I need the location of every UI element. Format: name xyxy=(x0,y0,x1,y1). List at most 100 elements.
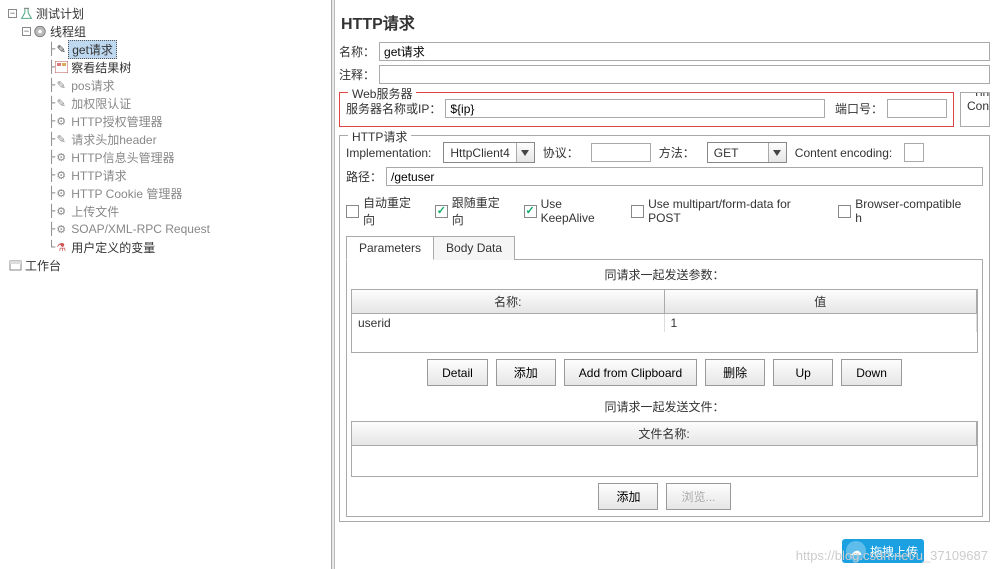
check-label: 自动重定向 xyxy=(363,194,423,228)
delete-button[interactable]: 删除 xyxy=(705,359,765,386)
add-file-button[interactable]: 添加 xyxy=(598,483,658,510)
cell-name[interactable]: userid xyxy=(352,314,665,332)
tab-body-data[interactable]: Body Data xyxy=(433,236,515,260)
col-file: 文件名称: xyxy=(352,422,977,446)
comment-label: 注释： xyxy=(339,66,375,83)
name-label: 名称： xyxy=(339,43,375,60)
tree-node-view-results-tree[interactable]: ├ 察看结果树 xyxy=(4,58,331,76)
path-label: 路径： xyxy=(346,168,382,185)
fieldset-legend: Tin xyxy=(969,92,990,99)
tree-node-http-header-mgr[interactable]: ├ ⚙HTTP信息头管理器 xyxy=(4,148,331,166)
auto-redirect-checkbox[interactable]: 自动重定向 xyxy=(346,194,423,228)
check-label: Browser-compatible h xyxy=(855,197,971,225)
tree-label: 线程组 xyxy=(47,23,89,40)
tree-node-workbench[interactable]: 工作台 xyxy=(4,256,331,274)
select-value: HttpClient4 xyxy=(444,146,515,160)
collapse-icon[interactable]: − xyxy=(8,9,17,18)
follow-redirect-checkbox[interactable]: 跟随重定向 xyxy=(435,194,512,228)
down-button[interactable]: Down xyxy=(841,359,902,386)
tree-node-soap[interactable]: ├ ⚙SOAP/XML-RPC Request xyxy=(4,220,331,238)
tree-node-test-plan[interactable]: − 测试计划 xyxy=(4,4,331,22)
web-server-fieldset: Web服务器 服务器名称或IP： 端口号： xyxy=(339,92,954,127)
port-input[interactable] xyxy=(887,99,947,118)
tree-label: 察看结果树 xyxy=(68,59,134,76)
name-input[interactable] xyxy=(379,42,990,61)
tree-node-upload[interactable]: ├ ⚙上传文件 xyxy=(4,202,331,220)
tree-node-pos-request[interactable]: ├ ✎pos请求 xyxy=(4,76,331,94)
params-section-title: 同请求一起发送参数： xyxy=(347,260,982,289)
tree-node-auth[interactable]: ├ ✎加权限认证 xyxy=(4,94,331,112)
tree-label: 上传文件 xyxy=(68,203,122,220)
probe-icon: ✎ xyxy=(54,132,68,146)
browse-button[interactable]: 浏览... xyxy=(666,483,730,510)
tree-node-user-vars[interactable]: └ ⚗用户定义的变量 xyxy=(4,238,331,256)
multipart-checkbox[interactable]: Use multipart/form-data for POST xyxy=(631,197,826,225)
server-input[interactable] xyxy=(445,99,825,118)
tree-label: 请求头加header xyxy=(68,131,159,148)
keepalive-checkbox[interactable]: Use KeepAlive xyxy=(524,197,619,225)
parameters-panel: 同请求一起发送参数： 名称: 值 userid 1 Detail xyxy=(346,259,983,517)
tree-label: 用户定义的变量 xyxy=(68,239,158,256)
gear-icon: ⚙ xyxy=(54,114,68,128)
chevron-down-icon xyxy=(768,143,786,162)
tree-node-header[interactable]: ├ ✎请求头加header xyxy=(4,130,331,148)
app-root: − 测试计划 − 线程组 ├ ✎ get请求 ├ 察看结果树 ├ ✎pos请求 … xyxy=(0,0,994,569)
probe-icon: ✎ xyxy=(54,96,68,110)
tree-label: pos请求 xyxy=(68,77,117,94)
tree-label: 测试计划 xyxy=(33,5,87,22)
flask-icon xyxy=(19,6,33,20)
check-label: Use KeepAlive xyxy=(541,197,620,225)
watermark: https://blog.csdn.net/u_37109687 xyxy=(796,548,988,563)
comment-input[interactable] xyxy=(379,65,990,84)
page-title: HTTP请求 xyxy=(335,0,994,42)
protocol-label: 协议： xyxy=(543,144,579,161)
browser-compat-checkbox[interactable]: Browser-compatible h xyxy=(838,197,971,225)
tree-label: HTTP请求 xyxy=(68,167,129,184)
add-button[interactable]: 添加 xyxy=(496,359,556,386)
tab-parameters[interactable]: Parameters xyxy=(346,236,434,260)
tree-label: HTTP信息头管理器 xyxy=(68,149,177,166)
collapse-icon[interactable]: − xyxy=(22,27,31,36)
gear-icon: ⚙ xyxy=(54,204,68,218)
tree-panel: − 测试计划 − 线程组 ├ ✎ get请求 ├ 察看结果树 ├ ✎pos请求 … xyxy=(0,0,332,569)
check-label: 跟随重定向 xyxy=(452,194,512,228)
tree-node-get-request[interactable]: ├ ✎ get请求 xyxy=(4,40,331,58)
detail-button[interactable]: Detail xyxy=(427,359,488,386)
gear-icon: ⚙ xyxy=(54,168,68,182)
method-select[interactable]: GET xyxy=(707,142,787,163)
encoding-input[interactable] xyxy=(904,143,924,162)
gear-icon: ⚙ xyxy=(54,222,68,236)
encoding-label: Content encoding: xyxy=(795,146,892,160)
up-button[interactable]: Up xyxy=(773,359,833,386)
tree-node-http-request[interactable]: ├ ⚙HTTP请求 xyxy=(4,166,331,184)
cell-value[interactable]: 1 xyxy=(665,314,978,332)
add-clipboard-button[interactable]: Add from Clipboard xyxy=(564,359,697,386)
tree-node-thread-group[interactable]: − 线程组 xyxy=(4,22,331,40)
gear-icon: ⚙ xyxy=(54,186,68,200)
tree-node-cookie-mgr[interactable]: ├ ⚙HTTP Cookie 管理器 xyxy=(4,184,331,202)
tree-label: 加权限认证 xyxy=(68,95,134,112)
timeout-fieldset: Tin Con xyxy=(960,92,990,127)
params-table: 名称: 值 userid 1 xyxy=(351,289,978,353)
tree-node-http-auth-mgr[interactable]: ├ ⚙HTTP授权管理器 xyxy=(4,112,331,130)
chevron-down-icon xyxy=(516,143,534,162)
probe-icon: ✎ xyxy=(54,78,68,92)
path-input[interactable] xyxy=(386,167,983,186)
col-value: 值 xyxy=(665,290,978,314)
workbench-icon xyxy=(8,258,22,272)
check-label: Use multipart/form-data for POST xyxy=(648,197,826,225)
tree-label: 工作台 xyxy=(22,257,64,274)
implementation-select[interactable]: HttpClient4 xyxy=(443,142,534,163)
results-icon xyxy=(54,60,68,74)
http-request-fieldset: HTTP请求 Implementation: HttpClient4 协议： 方… xyxy=(339,135,990,522)
table-row[interactable]: userid 1 xyxy=(352,314,977,332)
fieldset-legend: HTTP请求 xyxy=(348,128,411,145)
tree-label: get请求 xyxy=(68,40,117,59)
select-value: GET xyxy=(708,146,768,160)
vars-icon: ⚗ xyxy=(54,240,68,254)
gear-icon: ⚙ xyxy=(54,150,68,164)
impl-label: Implementation: xyxy=(346,146,431,160)
protocol-input[interactable] xyxy=(591,143,651,162)
method-label: 方法： xyxy=(659,144,695,161)
tree-label: SOAP/XML-RPC Request xyxy=(68,222,213,236)
